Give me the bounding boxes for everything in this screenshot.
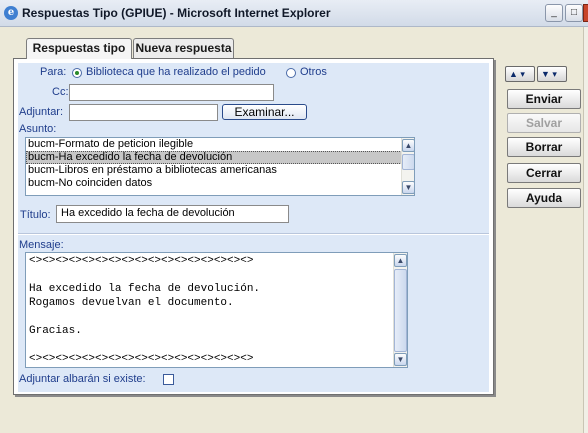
page-scrollbar[interactable] bbox=[583, 27, 588, 433]
minimize-button[interactable]: _ bbox=[545, 4, 563, 22]
para-label: Para: bbox=[40, 66, 67, 78]
asunto-listbox[interactable]: bucm-Formato de peticion ilegible bucm-H… bbox=[25, 137, 415, 196]
cerrar-button[interactable]: Cerrar bbox=[507, 163, 581, 183]
ayuda-button[interactable]: Ayuda bbox=[507, 188, 581, 208]
close-button[interactable] bbox=[583, 4, 588, 22]
salvar-button[interactable]: Salvar bbox=[507, 113, 581, 133]
radio-otros[interactable] bbox=[286, 68, 296, 78]
scroll-down-icon[interactable]: ▼ bbox=[394, 353, 407, 366]
list-item[interactable]: bucm-Libros en préstamo a bibliotecas am… bbox=[26, 164, 414, 177]
ie-icon: e bbox=[4, 6, 18, 20]
arrow-down-icon: ▼ ▾ bbox=[541, 69, 557, 79]
adjuntar-label: Adjuntar: bbox=[19, 106, 64, 118]
list-item[interactable]: bucm-Formato de peticion ilegible bbox=[26, 138, 414, 151]
list-item[interactable]: bucm-No coinciden datos bbox=[26, 177, 414, 190]
mensaje-line: <><><><><><><><><><><><><><><><><> bbox=[29, 353, 254, 365]
albaran-label: Adjuntar albarán si existe: bbox=[19, 373, 146, 385]
scroll-thumb[interactable] bbox=[394, 269, 407, 352]
list-item-selected[interactable]: bucm-Ha excedido la fecha de devolución bbox=[26, 151, 414, 164]
move-down-button[interactable]: ▼ ▾ bbox=[537, 66, 567, 82]
mensaje-line: <><><><><><><><><><><><><><><><><> bbox=[29, 255, 254, 267]
mensaje-label: Mensaje: bbox=[19, 239, 64, 251]
scroll-up-icon[interactable]: ▲ bbox=[394, 254, 407, 267]
titulo-label: Título: bbox=[20, 209, 51, 221]
scroll-thumb[interactable] bbox=[402, 154, 414, 170]
mensaje-line: Ha excedido la fecha de devolución. bbox=[29, 283, 261, 295]
examinar-button[interactable]: Examinar... bbox=[222, 104, 307, 120]
maximize-button[interactable]: □ bbox=[565, 4, 583, 22]
mensaje-line: Rogamos devuelvan el documento. bbox=[29, 297, 234, 309]
scroll-up-icon[interactable]: ▲ bbox=[402, 139, 414, 152]
borrar-button[interactable]: Borrar bbox=[507, 137, 581, 157]
scroll-down-icon[interactable]: ▼ bbox=[402, 181, 414, 194]
mensaje-line: Gracias. bbox=[29, 325, 82, 337]
titulo-input[interactable]: Ha excedido la fecha de devolución bbox=[56, 205, 289, 223]
enviar-button[interactable]: Enviar bbox=[507, 89, 581, 109]
asunto-label: Asunto: bbox=[19, 123, 57, 135]
albaran-checkbox[interactable] bbox=[163, 374, 174, 385]
tab-respuestas-tipo[interactable]: Respuestas tipo bbox=[26, 38, 132, 59]
cc-label: Cc: bbox=[52, 86, 69, 98]
section-divider bbox=[18, 233, 489, 234]
cc-input[interactable] bbox=[69, 84, 274, 101]
radio-biblioteca-label[interactable]: Biblioteca que ha realizado el pedido bbox=[86, 66, 266, 78]
tab-nueva-respuesta[interactable]: Nueva respuesta bbox=[133, 38, 234, 58]
mensaje-textarea[interactable]: <><><><><><><><><><><><><><><><><> Ha ex… bbox=[25, 252, 408, 368]
window-title: Respuestas Tipo (GPIUE) - Microsoft Inte… bbox=[22, 6, 331, 20]
move-up-button[interactable]: ▲ ▾ bbox=[505, 66, 535, 82]
radio-otros-label[interactable]: Otros bbox=[300, 66, 327, 78]
window-titlebar[interactable]: e Respuestas Tipo (GPIUE) - Microsoft In… bbox=[0, 0, 588, 27]
adjuntar-file-input[interactable] bbox=[69, 104, 218, 121]
asunto-scrollbar[interactable]: ▲ ▼ bbox=[401, 138, 414, 195]
radio-biblioteca[interactable] bbox=[72, 68, 82, 78]
arrow-up-icon: ▲ ▾ bbox=[509, 69, 525, 79]
mensaje-scrollbar[interactable]: ▲ ▼ bbox=[393, 253, 407, 367]
